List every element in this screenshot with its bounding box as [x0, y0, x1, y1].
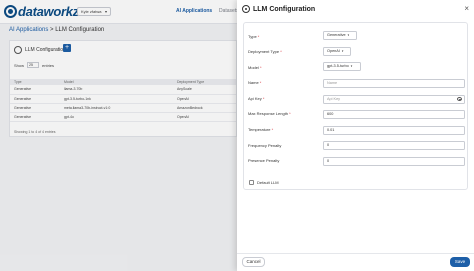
temperature-value: 0.01: [327, 128, 335, 132]
type-label: Type *: [248, 34, 259, 39]
temperature-label: Temperature *: [248, 127, 273, 132]
name-label: Name *: [248, 80, 261, 85]
model-label-text: Model: [248, 65, 259, 70]
frequency-penalty-input[interactable]: 0: [323, 141, 465, 150]
default-llm-label: Default LLM: [257, 180, 279, 185]
footer-divider: [237, 253, 474, 254]
model-label: Model *: [248, 65, 262, 70]
name-placeholder: Name: [327, 81, 338, 85]
required-marker: *: [271, 127, 274, 132]
name-input[interactable]: Name: [323, 79, 465, 88]
type-select[interactable]: Generative ▾: [323, 31, 357, 40]
chevron-down-icon: ▾: [347, 33, 350, 37]
required-marker: *: [262, 96, 265, 101]
frequency-penalty-label: Frequency Penalty: [248, 143, 282, 148]
deployment-type-select[interactable]: OpenAI ▾: [323, 47, 351, 56]
config-form: Type * Generative ▾ Deployment Type * Ope…: [243, 22, 468, 190]
type-field: Generative ▾: [323, 31, 465, 41]
default-llm-checkbox[interactable]: [249, 180, 254, 185]
type-label-text: Type: [248, 34, 257, 39]
presence-penalty-value: 0: [327, 159, 330, 163]
max-response-length-value: 600: [327, 112, 334, 116]
required-marker: *: [280, 49, 282, 54]
deployment-type-field: OpenAI ▾: [323, 47, 465, 57]
model-select[interactable]: gpt-3.5-turbo ▾: [323, 62, 361, 71]
llm-config-drawer: LLM Configuration × Type * Generative ▾ D…: [237, 0, 474, 271]
gear-icon: [242, 5, 250, 13]
default-llm-option[interactable]: Default LLM: [249, 180, 279, 185]
max-response-length-label-text: Max Response Length: [248, 111, 289, 116]
drawer-title: LLM Configuration: [253, 5, 316, 13]
name-label-text: Name: [248, 80, 259, 85]
save-button[interactable]: Save: [450, 257, 470, 267]
model-field: gpt-3.5-turbo ▾: [323, 62, 465, 72]
api-key-label: Api Key *: [248, 96, 264, 101]
model-select-value: gpt-3.5-turbo: [327, 64, 349, 68]
api-key-placeholder: Api Key: [327, 97, 341, 101]
api-key-label-text: Api Key: [248, 96, 262, 101]
deployment-type-select-value: OpenAI: [327, 49, 340, 53]
cancel-button[interactable]: Cancel: [242, 257, 265, 267]
chevron-down-icon: ▾: [350, 64, 353, 68]
frequency-penalty-value: 0: [327, 143, 330, 147]
chevron-down-icon: ▾: [341, 49, 344, 53]
close-icon[interactable]: ×: [464, 4, 469, 13]
presence-penalty-label: Presence Penalty: [248, 158, 280, 163]
required-marker: *: [260, 65, 262, 70]
drawer-header: LLM Configuration: [242, 5, 315, 13]
temperature-label-text: Temperature: [248, 127, 271, 132]
deployment-type-label-text: Deployment Type: [248, 49, 280, 54]
temperature-input[interactable]: 0.01: [323, 126, 465, 135]
deployment-type-label: Deployment Type *: [248, 49, 282, 54]
max-response-length-input[interactable]: 600: [323, 110, 465, 119]
presence-penalty-input[interactable]: 0: [323, 157, 465, 166]
eye-icon[interactable]: [457, 97, 462, 101]
max-response-length-label: Max Response Length *: [248, 111, 291, 116]
type-select-value: Generative: [327, 33, 346, 37]
required-marker: *: [259, 80, 262, 85]
required-marker: *: [257, 34, 260, 39]
api-key-input[interactable]: Api Key: [323, 95, 465, 104]
required-marker: *: [289, 111, 291, 116]
